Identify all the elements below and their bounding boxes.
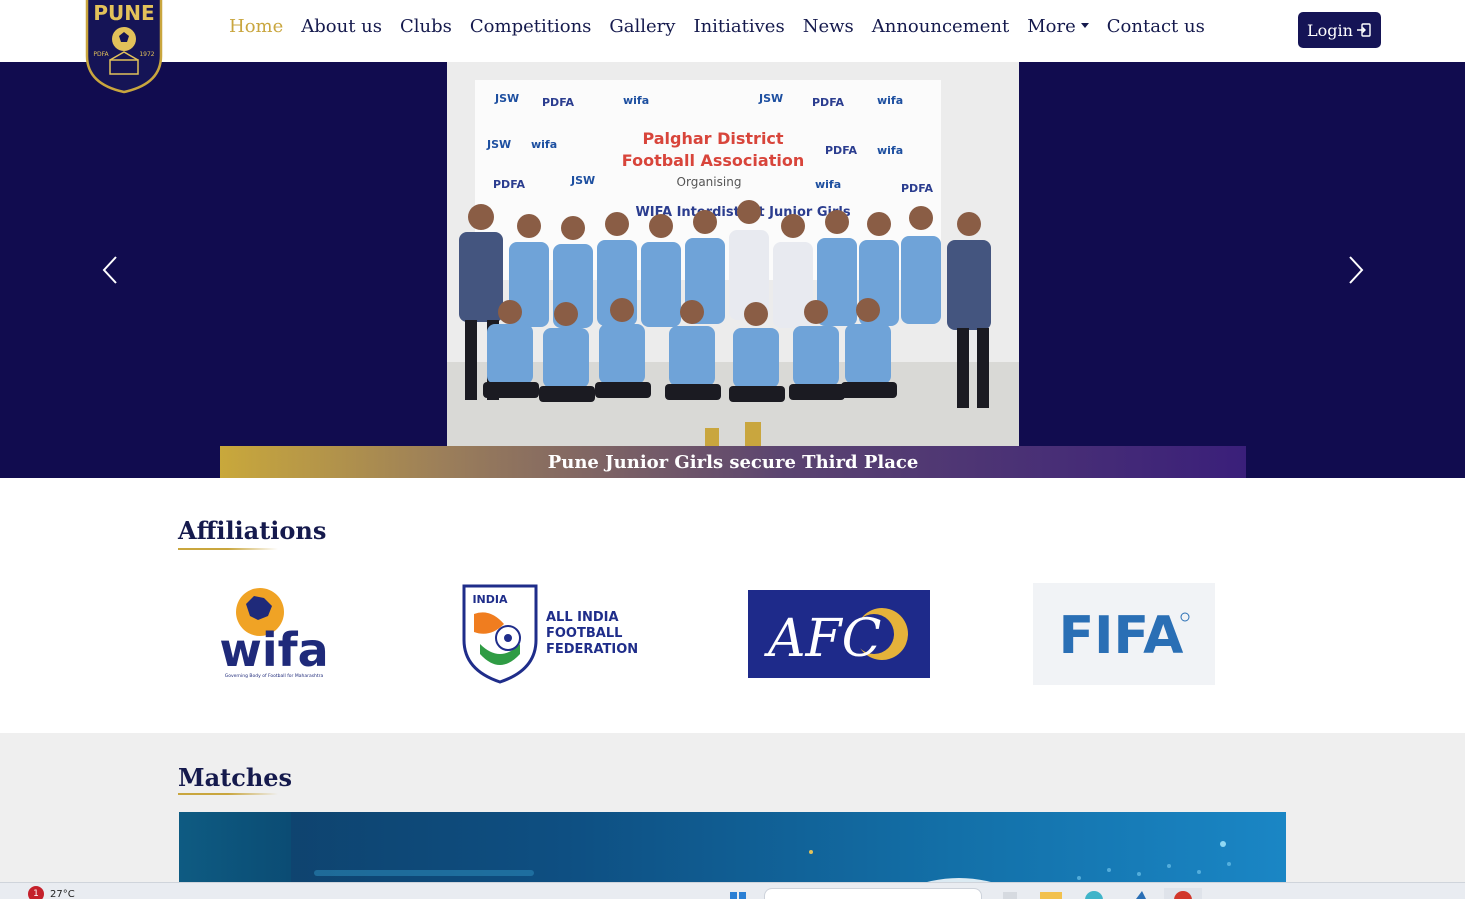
sponsor-pdfa-3: PDFA: [825, 144, 857, 157]
sponsor-jsw-2: JSW: [758, 92, 783, 105]
matches-title: Matches: [178, 763, 293, 792]
nav-home[interactable]: Home: [220, 16, 292, 37]
aiff-logo-india-text: INDIA: [472, 593, 508, 606]
nav-more-label: More: [1027, 16, 1076, 37]
slide-caption: Pune Junior Girls secure Third Place: [547, 451, 919, 473]
chrome-browser-icon[interactable]: [1164, 888, 1202, 899]
wifa-logo-text: wifa: [219, 623, 328, 677]
logo-small-left: PDFA: [93, 51, 109, 58]
aiff-logo-graphic: INDIA ALL INDIA FOOTBALL FEDERATION: [462, 584, 638, 684]
sponsor-jsw-4: JSW: [570, 174, 595, 187]
taskbar-search-box[interactable]: [764, 888, 982, 899]
carousel-prev-chevron-icon[interactable]: [98, 254, 122, 286]
store-icon[interactable]: [1128, 888, 1152, 899]
fifa-logo-graphic: FIFA: [1059, 606, 1190, 666]
aiff-logo[interactable]: INDIA ALL INDIA FOOTBALL FEDERATION: [460, 584, 650, 684]
affiliations-title: Affiliations: [178, 516, 327, 545]
match-banner[interactable]: [179, 812, 1286, 892]
logo-text: PUNE: [93, 1, 154, 25]
sponsor-pdfa: PDFA: [542, 96, 574, 109]
caret-down-icon: [1080, 22, 1089, 28]
match-banner-decoration: [314, 841, 1231, 892]
main-nav: Home About us Clubs Competitions Gallery…: [220, 16, 1214, 37]
wifa-logo-subtext: Governing Body of Football for Maharasht…: [225, 673, 324, 679]
afc-logo-text: AFC: [764, 609, 881, 669]
sponsor-wifa-5: wifa: [815, 178, 841, 191]
sponsor-pdfa-4: PDFA: [493, 178, 525, 191]
affiliations-section: Affiliations wifa Governing Body of Foot…: [0, 478, 1465, 733]
weather-temperature: 27°C: [50, 888, 75, 899]
sponsor-pdfa-2: PDFA: [812, 96, 844, 109]
logo-small-right: 1972: [139, 51, 154, 58]
sponsor-wifa-4: wifa: [877, 144, 903, 157]
navbar: Home About us Clubs Competitions Gallery…: [0, 0, 1465, 62]
sponsor-jsw-3: JSW: [486, 138, 511, 151]
hero-carousel: JSW PDFA wifa JSW PDFA wifa JSW wifa PDF…: [0, 62, 1465, 478]
nav-more-dropdown[interactable]: More: [1018, 16, 1098, 37]
affiliations-title-underline: [178, 548, 278, 550]
notification-badge: 1: [28, 886, 44, 899]
aiff-logo-line2: FOOTBALL: [546, 626, 622, 641]
aiff-logo-line1: ALL INDIA: [546, 610, 619, 625]
windows-start-icon[interactable]: [726, 888, 750, 899]
login-icon: [1356, 23, 1371, 37]
afc-logo[interactable]: AFC: [748, 590, 930, 678]
matches-section: Matches: [0, 733, 1465, 899]
nav-gallery[interactable]: Gallery: [600, 16, 684, 37]
team-photo-illustration: JSW PDFA wifa JSW PDFA wifa JSW wifa PDF…: [447, 62, 1019, 446]
nav-competitions[interactable]: Competitions: [461, 16, 601, 37]
banner-line2: Football Association: [622, 151, 804, 170]
login-button[interactable]: Login: [1298, 12, 1381, 48]
file-explorer-icon[interactable]: [1038, 888, 1064, 899]
nav-contact-us[interactable]: Contact us: [1098, 16, 1214, 37]
matches-title-underline: [178, 793, 278, 795]
sponsor-pdfa-5: PDFA: [901, 182, 933, 195]
slide-photo-team: JSW PDFA wifa JSW PDFA wifa JSW wifa PDF…: [447, 62, 1019, 446]
slide-caption-bar: Pune Junior Girls secure Third Place: [220, 446, 1246, 478]
sponsor-wifa: wifa: [623, 94, 649, 107]
fifa-logo-text: FIFA: [1059, 606, 1184, 666]
afc-logo-graphic: AFC: [748, 590, 930, 678]
task-view-icon[interactable]: [1000, 888, 1020, 899]
banner-line1: Palghar District: [642, 129, 783, 148]
nav-news[interactable]: News: [794, 16, 863, 37]
nav-initiatives[interactable]: Initiatives: [684, 16, 793, 37]
banner-line3: Organising: [677, 175, 742, 189]
nav-announcement[interactable]: Announcement: [863, 16, 1019, 37]
sponsor-wifa-3: wifa: [531, 138, 557, 151]
carousel-next-chevron-icon[interactable]: [1344, 254, 1368, 286]
aiff-logo-line3: FEDERATION: [546, 642, 638, 657]
sponsor-jsw: JSW: [494, 92, 519, 105]
nav-about-us[interactable]: About us: [292, 16, 391, 37]
fifa-logo[interactable]: FIFA: [1033, 583, 1215, 685]
login-label: Login: [1307, 20, 1353, 40]
taskbar-weather[interactable]: 1 27°C: [28, 886, 75, 899]
wifa-logo-graphic: wifa Governing Body of Football for Maha…: [219, 588, 329, 679]
nav-clubs[interactable]: Clubs: [391, 16, 461, 37]
pune-pdfa-logo[interactable]: PUNE PDFA 1972: [84, 0, 164, 94]
wifa-logo[interactable]: wifa Governing Body of Football for Maha…: [204, 586, 344, 680]
sponsor-wifa-2: wifa: [877, 94, 903, 107]
edge-browser-icon[interactable]: [1082, 888, 1106, 899]
